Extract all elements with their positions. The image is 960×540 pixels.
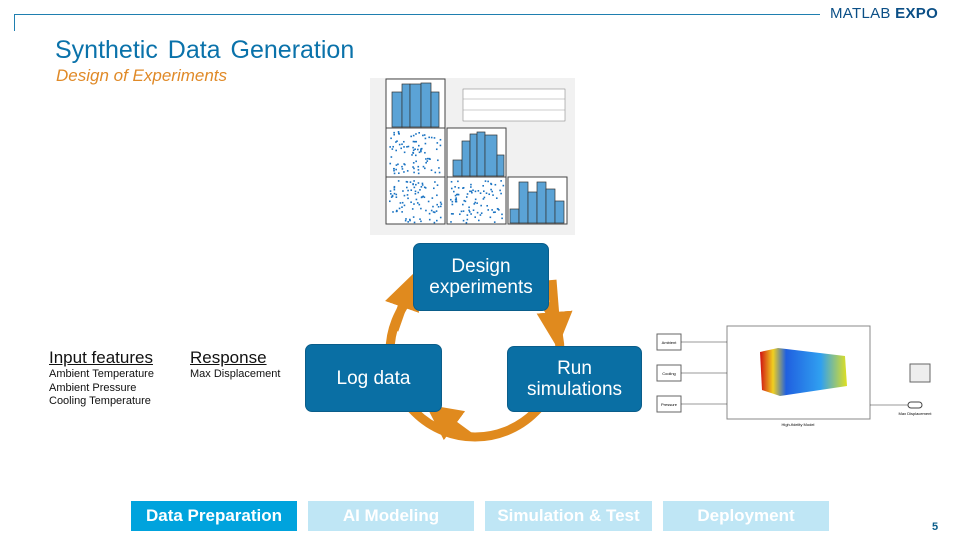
step-design-experiments: Design experiments bbox=[413, 243, 549, 311]
model-label: High-fidelity Model bbox=[782, 422, 815, 427]
arrow-to-run bbox=[536, 279, 573, 348]
step-log-data: Log data bbox=[305, 344, 442, 412]
response-heading: Response bbox=[190, 348, 267, 367]
output-max-displacement: Max Displacement bbox=[899, 411, 933, 416]
tab-simulation-test[interactable]: Simulation & Test bbox=[485, 501, 652, 531]
simulink-model-diagram: Ambient Cooling Pressure High-fidelity M… bbox=[656, 325, 933, 427]
input-feature: Ambient Pressure bbox=[49, 381, 137, 394]
input-features: Input features Ambient Temperature Ambie… bbox=[49, 348, 154, 409]
input-block-pressure: Pressure bbox=[661, 402, 678, 407]
input-feature: Ambient Temperature bbox=[49, 368, 154, 380]
input-block-ambient: Ambient bbox=[662, 340, 678, 345]
tab-deployment[interactable]: Deployment bbox=[663, 501, 829, 531]
page-number: 5 bbox=[932, 521, 939, 533]
input-block-cooling: Cooling bbox=[662, 371, 676, 376]
input-feature: Cooling Temperature bbox=[49, 395, 151, 407]
tab-data-preparation[interactable]: Data Preparation bbox=[131, 501, 297, 531]
response-item: Max Displacement bbox=[190, 368, 281, 380]
tab-ai-modeling[interactable]: AI Modeling bbox=[308, 501, 474, 531]
step-run-simulations: Run simulations bbox=[507, 346, 642, 412]
response: Response Max Displacement bbox=[190, 348, 280, 382]
input-features-heading: Input features bbox=[49, 348, 153, 367]
